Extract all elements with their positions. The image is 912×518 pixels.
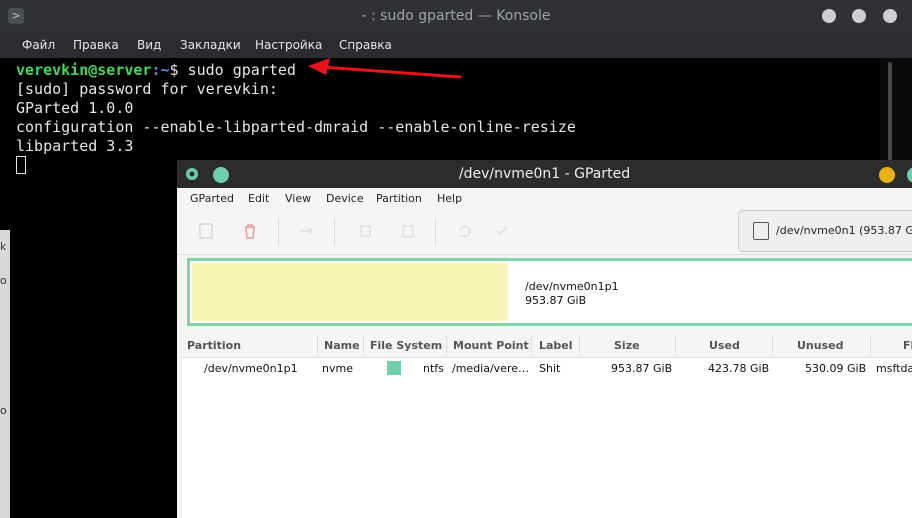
column-separator [870,336,871,355]
resize-move-icon[interactable] [297,222,315,240]
partition-map-size: 953.87 GiB [525,294,587,307]
terminal-cursor [16,156,26,174]
menu-gparted[interactable]: GParted [190,192,234,205]
strip-letter: k [0,240,7,253]
strip-letter: o [0,404,7,417]
col-name[interactable]: Name [324,339,360,352]
col-partition[interactable]: Partition [187,339,241,352]
disk-icon [753,222,769,240]
column-separator [317,336,318,355]
cell-partition: /dev/nvme0n1p1 [204,362,298,375]
filesystem-color-swatch [387,361,401,375]
cell-name: nvme [322,362,353,375]
copy-icon[interactable] [357,222,375,240]
konsole-menubar: Файл Правка Вид Закладки Настройка Справ… [0,32,912,58]
column-separator [675,336,676,355]
toolbar-separator [435,218,436,246]
col-filesystem[interactable]: File System [370,339,442,352]
gparted-titlebar[interactable]: /dev/nvme0n1 - GParted [177,160,912,188]
paste-icon[interactable] [399,222,417,240]
strip-letter: o [0,274,7,287]
prompt-command: $ sudo gparted [169,61,296,79]
col-mount-point[interactable]: Mount Point [453,339,529,352]
apply-icon[interactable] [493,222,511,240]
cell-filesystem: ntfs [423,362,444,375]
col-label[interactable]: Label [539,339,573,352]
menu-help[interactable]: Справка [339,38,392,52]
menu-view[interactable]: Вид [137,38,161,52]
cell-mount-point: /media/vere… [452,362,529,375]
table-row[interactable]: /dev/nvme0n1p1 nvme ntfs /media/vere… Sh… [182,357,912,379]
menu-edit[interactable]: Правка [73,38,119,52]
col-unused[interactable]: Unused [797,339,843,352]
gparted-menubar: GParted Edit View Device Partition Help [177,188,912,210]
konsole-titlebar[interactable]: > - : sudo gparted — Konsole [0,0,912,32]
new-partition-icon[interactable] [197,222,215,240]
toolbar-separator [278,218,279,246]
menu-help[interactable]: Help [437,192,462,205]
prompt-user: verevkin@server [16,61,152,79]
undo-icon[interactable] [455,222,473,240]
terminal-line: GParted 1.0.0 [16,99,134,117]
annotation-arrow [308,58,462,79]
prompt-line: verevkin@server:~$ sudo gparted [16,61,296,79]
minimize-button[interactable] [822,9,836,23]
cell-flags: msftda [876,362,912,375]
background-window-strip: k o o [0,230,10,518]
column-separator [363,336,364,355]
partition-map-name: /dev/nvme0n1p1 [525,280,619,293]
menu-device[interactable]: Device [326,192,364,205]
menu-file[interactable]: Файл [22,38,55,52]
col-flags[interactable]: Fla [903,339,912,352]
col-used[interactable]: Used [709,339,740,352]
cell-used: 423.78 GiB [708,362,770,375]
cell-size: 953.87 GiB [611,362,673,375]
prompt-path: :~ [151,61,170,79]
menu-edit[interactable]: Edit [248,192,269,205]
partition-used-bar [192,263,508,321]
cell-label: Shit [539,362,561,375]
column-separator [579,336,580,355]
column-separator [446,336,447,355]
menu-view[interactable]: View [285,192,311,205]
menu-settings[interactable]: Настройка [255,38,322,52]
table-header: Partition Name File System Mount Point L… [182,334,912,358]
konsole-title: - : sudo gparted — Konsole [361,8,551,24]
gparted-title: /dev/nvme0n1 - GParted [458,166,631,182]
terminal-line: configuration --enable-libparted-dmraid … [16,118,576,136]
column-separator [531,336,532,355]
terminal-line: libparted 3.3 [16,137,134,155]
gparted-window: /dev/nvme0n1 - GParted GParted Edit View… [177,160,912,518]
minimize-button[interactable] [879,167,895,183]
cell-unused: 530.09 GiB [805,362,867,375]
column-separator [772,336,773,355]
toolbar-separator [334,218,335,246]
terminal-line: [sudo] password for verevkin: [16,80,278,98]
device-selector-label: /dev/nvme0n1 (953.87 G [776,224,912,237]
partition-table: Partition Name File System Mount Point L… [182,334,912,518]
delete-icon[interactable] [241,222,259,240]
close-button[interactable] [883,9,897,23]
device-selector[interactable]: /dev/nvme0n1 (953.87 G [738,210,912,252]
partition-map[interactable]: /dev/nvme0n1p1 953.87 GiB [187,258,912,326]
col-size[interactable]: Size [614,339,640,352]
menu-bookmarks[interactable]: Закладки [180,38,241,52]
menu-partition[interactable]: Partition [376,192,422,205]
maximize-button[interactable] [852,9,866,23]
